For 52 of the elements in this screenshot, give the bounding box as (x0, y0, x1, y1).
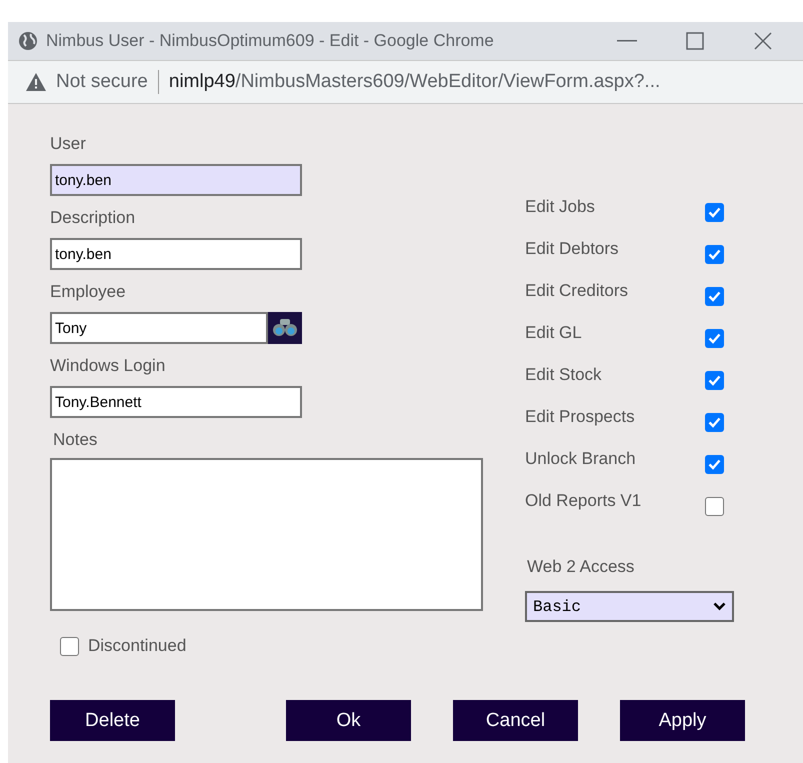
field-label: Windows Login (50, 355, 166, 377)
checkmark-icon (708, 207, 721, 218)
permission-label: Old Reports V1 (525, 491, 642, 511)
text-field[interactable]: tony.ben (50, 238, 302, 270)
window-title: Nimbus User - NimbusOptimum609 - Edit - Google Chrome (46, 31, 495, 51)
permission-label: Edit Debtors (525, 239, 619, 259)
permission-label: Unlock Branch (525, 449, 636, 469)
security-label[interactable]: Not secure (56, 71, 148, 93)
permission-label: Edit GL (525, 323, 582, 343)
text-field[interactable]: Tony.Bennett (50, 386, 302, 418)
permission-label: Edit Stock (525, 365, 602, 385)
action-button[interactable]: Cancel (453, 700, 578, 741)
binoculars-icon (273, 318, 297, 338)
permission-label: Edit Prospects (525, 407, 635, 427)
checkmark-icon (708, 459, 721, 470)
maximize-icon (686, 32, 704, 50)
checkmark-icon (708, 291, 721, 302)
warning-icon (26, 73, 46, 91)
action-button[interactable]: Ok (286, 700, 411, 741)
field-label: User (50, 133, 86, 155)
checkbox[interactable] (705, 245, 724, 264)
checkmark-icon (708, 249, 721, 260)
permission-label: Edit Jobs (525, 197, 595, 217)
minimize-icon (617, 40, 637, 42)
checkmark-icon (708, 417, 721, 428)
action-button[interactable]: Delete (50, 700, 175, 741)
field-label: Web 2 Access (527, 557, 634, 577)
binoculars-button[interactable] (268, 312, 302, 344)
checkmark-icon (708, 375, 721, 386)
action-button[interactable]: Apply (620, 700, 745, 741)
checkbox[interactable] (705, 371, 724, 390)
checkbox[interactable] (705, 413, 724, 432)
text-field[interactable]: Tony (50, 312, 268, 344)
checkbox[interactable] (705, 287, 724, 306)
notes-field[interactable] (50, 458, 483, 611)
checkbox[interactable] (705, 329, 724, 348)
globe-icon (18, 31, 38, 51)
checkbox[interactable] (60, 636, 79, 656)
url-text[interactable]: nimlp49/NimbusMasters609/WebEditor/ViewForm.aspx?... (168, 71, 660, 93)
checkbox[interactable] (705, 203, 724, 222)
text-field[interactable]: tony.ben (50, 164, 302, 196)
access-dropdown[interactable]: Basic (525, 591, 734, 622)
field-label: Notes (53, 429, 98, 451)
chevron-down-icon (713, 602, 726, 611)
field-label: Employee (50, 281, 126, 303)
close-icon (754, 32, 772, 50)
checkbox[interactable] (705, 497, 724, 516)
checkmark-icon (708, 333, 721, 344)
permission-label: Edit Creditors (525, 281, 628, 301)
field-label: Description (50, 207, 136, 229)
checkbox-label: Discontinued (88, 636, 186, 656)
checkbox[interactable] (705, 455, 724, 474)
